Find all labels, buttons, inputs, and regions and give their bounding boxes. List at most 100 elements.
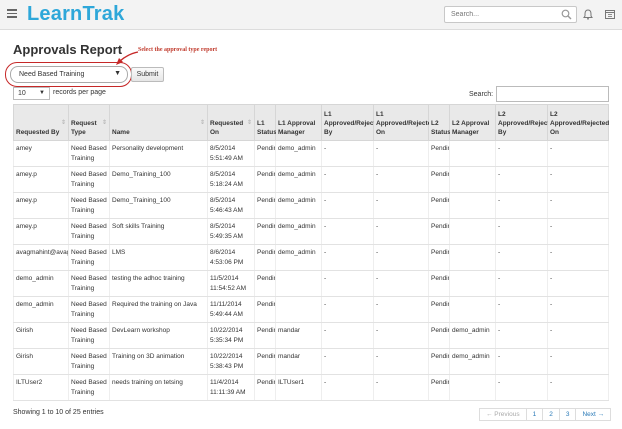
table-row: demo_admin Need Based Training testing the… [13, 270, 609, 297]
table-cell: - [373, 296, 429, 323]
page-length-value: 10 [18, 90, 26, 97]
table-cell: Need Based Training [68, 192, 110, 219]
table-cell: - [321, 296, 374, 323]
table-cell: Pending [428, 296, 450, 323]
table-cell: - [321, 348, 374, 375]
table-cell: ILTUser1 [275, 374, 322, 401]
table-cell: 11/4/2014 11:11:39 AM [207, 374, 255, 401]
table-cell: - [495, 218, 548, 245]
table-cell: - [321, 218, 374, 245]
table-cell: - [547, 192, 609, 219]
table-cell: ILTUser2 [13, 374, 69, 401]
table-cell: amey.p [13, 218, 69, 245]
app-logo[interactable]: LearnTrak [27, 3, 124, 26]
table-cell: 8/5/2014 5:18:24 AM [207, 166, 255, 193]
table-cell: - [373, 322, 429, 349]
table-cell: - [547, 296, 609, 323]
table-cell: Required the training on Java [109, 296, 208, 323]
top-bar: LearnTrak [0, 0, 622, 30]
table-cell: Soft skills Training [109, 218, 208, 245]
table-cell: Demo_Training_100 [109, 192, 208, 219]
table-cell: demo_admin [449, 348, 496, 375]
calendar-icon[interactable] [605, 9, 615, 19]
table-cell: - [373, 140, 429, 167]
table-cell: - [547, 244, 609, 271]
table-search-input[interactable] [496, 86, 609, 102]
table-row: amey.p Need Based Training Demo_Training_1… [13, 166, 609, 193]
table-cell [449, 374, 496, 401]
page-length-select[interactable]: 10 ▼ [13, 87, 50, 100]
column-header[interactable]: Request Type ⇕ [68, 104, 110, 141]
chevron-down-icon: ▼ [39, 90, 45, 96]
table-cell: testing the adhoc training [109, 270, 208, 297]
table-cell: Need Based Training [68, 140, 110, 167]
table-cell: Pending [254, 348, 276, 375]
pagination: ← Previous 1 2 3 Next → [479, 408, 612, 421]
table-cell: demo_admin [13, 270, 69, 297]
table-cell: demo_admin [275, 218, 322, 245]
table-cell: - [321, 244, 374, 271]
column-header[interactable]: L2 Approved/Rejected By [495, 104, 557, 141]
table-cell [449, 192, 496, 219]
column-header[interactable]: Requested By ⇕ [13, 104, 69, 141]
menu-icon[interactable] [7, 9, 17, 18]
table-cell: Pending [254, 140, 276, 167]
table-cell: 11/11/2014 5:49:44 AM [207, 296, 255, 323]
table-cell: Pending [428, 348, 450, 375]
table-row: amey Need Based Training Personality devel… [13, 140, 609, 167]
column-header[interactable]: Name ⇕ [109, 104, 208, 141]
table-cell: 8/5/2014 5:49:35 AM [207, 218, 255, 245]
page-2-button[interactable]: 2 [542, 408, 560, 421]
next-page-button[interactable]: Next → [575, 408, 612, 421]
table-cell: - [547, 322, 609, 349]
table-cell [449, 218, 496, 245]
approval-type-select[interactable]: Need Based Training ▼ [10, 66, 128, 83]
table-cell: - [373, 192, 429, 219]
column-header[interactable]: L2 Approved/Rejected On [547, 104, 609, 141]
table-cell: - [547, 270, 609, 297]
table-cell: Need Based Training [68, 270, 110, 297]
column-header[interactable]: L1 Approved/Rejected On [373, 104, 435, 141]
table-cell: Pending [254, 166, 276, 193]
table-cell: - [547, 374, 609, 401]
table-row: amey.p Need Based Training Soft skills Tra… [13, 218, 609, 245]
table-cell: - [321, 374, 374, 401]
records-per-page-label: records per page [53, 89, 106, 96]
page-1-button[interactable]: 1 [525, 408, 544, 421]
table-cell: - [373, 166, 429, 193]
column-header[interactable]: L2 Approval Manager [449, 104, 496, 141]
global-search-input[interactable] [445, 7, 555, 22]
table-cell: demo_admin [449, 322, 496, 349]
table-cell: - [547, 166, 609, 193]
table-cell: - [373, 270, 429, 297]
table-row: amey.p Need Based Training Demo_Training_1… [13, 192, 609, 219]
table-cell: - [321, 166, 374, 193]
table-cell: - [321, 322, 374, 349]
table-cell [275, 270, 322, 297]
table-cell: - [321, 140, 374, 167]
column-header[interactable]: L1 Approval Manager [275, 104, 322, 141]
table-cell: demo_admin [275, 244, 322, 271]
table-cell: Pending [428, 192, 450, 219]
table-cell: demo_admin [275, 166, 322, 193]
column-header[interactable]: L1 Status [254, 104, 277, 141]
approvals-table: Requested By ⇕ Request Type ⇕ Name ⇕ Reques… [13, 104, 609, 401]
submit-button[interactable]: Submit [131, 67, 164, 82]
table-cell: Pending [254, 218, 276, 245]
table-cell: - [495, 322, 548, 349]
table-cell [449, 166, 496, 193]
page-3-button[interactable]: 3 [558, 408, 577, 421]
table-cell: - [547, 140, 609, 167]
table-cell: 10/22/2014 5:35:34 PM [207, 322, 255, 349]
search-icon[interactable] [561, 9, 572, 20]
column-header[interactable]: Requested On ⇕ [207, 104, 255, 141]
column-header[interactable]: L1 Approved/Rejected By [321, 104, 383, 141]
table-cell: mandar [275, 348, 322, 375]
column-header[interactable]: L2 Status [428, 104, 451, 141]
previous-page-button[interactable]: ← Previous [479, 408, 527, 421]
table-search-label: Search: [469, 91, 494, 98]
table-cell: LMS [109, 244, 208, 271]
bell-icon[interactable] [583, 9, 593, 20]
sort-icon: ⇕ [101, 120, 107, 126]
global-search[interactable] [444, 6, 577, 23]
